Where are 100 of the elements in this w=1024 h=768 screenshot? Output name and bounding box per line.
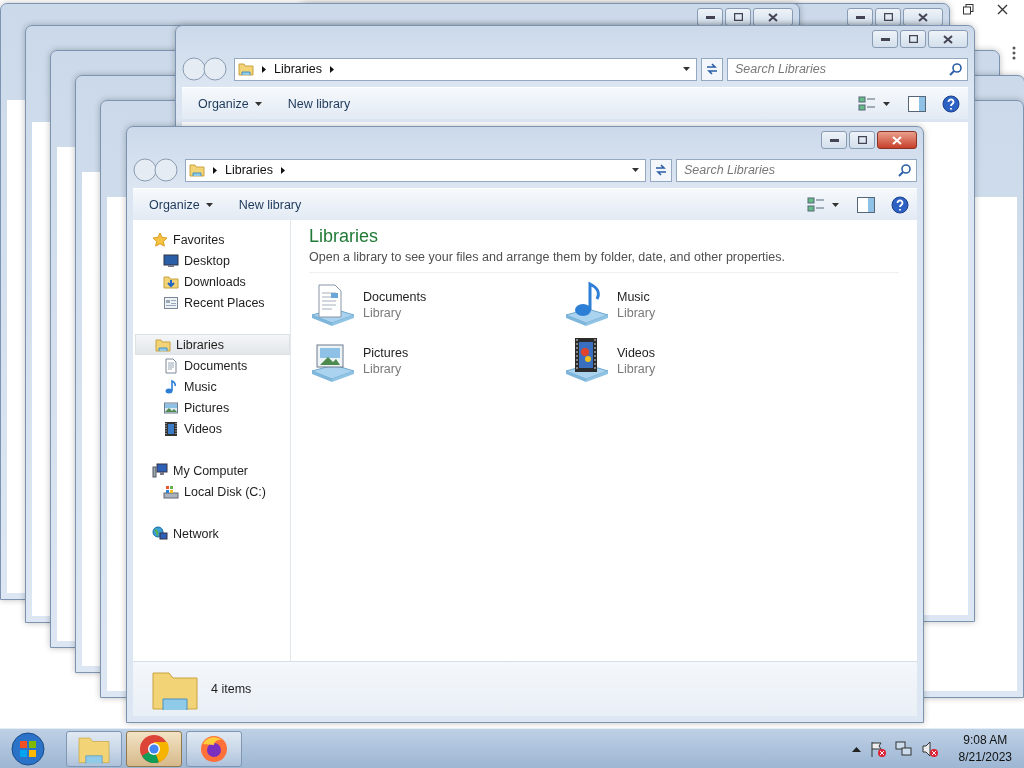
minimize-button[interactable] [847,8,873,26]
minimize-icon [855,15,865,19]
nav-item[interactable]: Pictures [133,397,290,418]
flag-icon[interactable] [868,739,887,758]
folder-icon [163,273,179,290]
close-button[interactable] [903,8,943,26]
close-icon [918,12,928,22]
chevron-icon [262,65,266,73]
close-icon [768,12,778,22]
status-text: 4 items [211,682,252,696]
network-icon[interactable] [894,739,913,758]
film-icon [163,420,179,437]
caret-icon [205,202,213,207]
maximize-icon [733,13,743,21]
close-button[interactable] [753,8,793,26]
caret-icon [254,101,262,106]
address-bar[interactable]: Libraries [234,57,697,81]
close-icon [892,135,902,145]
search-field[interactable]: Search Libraries [727,57,968,81]
star-icon [152,231,168,248]
taskbar-app[interactable] [126,730,182,767]
search-icon [949,62,962,76]
breadcrumb[interactable]: Libraries [225,163,273,177]
caret-icon [632,168,639,172]
speaker-muted-icon[interactable] [920,739,939,758]
menu-icon[interactable] [1012,46,1016,60]
page-heading: Libraries [309,226,380,247]
monitor-icon [163,252,179,269]
maximize-button[interactable] [725,8,751,26]
window-icon [163,294,179,311]
new-library-button[interactable]: New library [230,193,310,216]
close-button[interactable] [877,131,917,149]
maximize-icon [883,13,893,21]
minimize-button[interactable] [697,8,723,26]
search-icon [898,163,911,177]
view-options-icon[interactable] [807,196,841,213]
clock[interactable]: 9:08 AM 8/21/2023 [958,733,1012,764]
preview-pane-icon[interactable] [857,196,875,213]
disk-icon [163,483,179,500]
nav-item[interactable]: Videos [133,418,290,439]
description-text: Open a library to see your files and arrange them by folder, date, and other properties. [309,250,786,264]
maximize-icon [908,35,918,43]
folder-icon [189,162,205,178]
chevron-icon [280,166,285,174]
close-icon [996,3,1008,15]
minimize-button[interactable] [821,131,847,149]
nav-item[interactable]: Network [133,523,290,544]
view-options-icon[interactable] [858,95,892,112]
maximize-button[interactable] [900,30,926,48]
start-button[interactable] [8,729,48,768]
refresh-icon [705,63,719,75]
address-bar[interactable]: Libraries [185,158,646,182]
chevron-icon [213,166,217,174]
maximize-button[interactable] [875,8,901,26]
folder-icon [155,336,171,353]
close-icon [943,34,953,44]
nav-item[interactable]: Desktop [133,250,290,271]
folder-icon [238,61,254,77]
minimize-icon [829,138,839,142]
picture-icon [163,399,179,416]
library-icon [309,281,357,329]
preview-pane-icon[interactable] [908,95,926,112]
library-icon [563,337,611,385]
nav-item[interactable]: Documents [133,355,290,376]
maximize-button[interactable] [849,131,875,149]
refresh-button[interactable] [701,57,723,81]
library-icon [563,281,611,329]
maximize-icon [857,136,867,144]
help-icon[interactable] [942,94,960,113]
show-hidden-icons[interactable] [851,745,861,752]
nav-item[interactable]: Libraries [135,334,290,355]
restore-icon [962,3,974,15]
nav-item[interactable]: Favorites [133,229,290,250]
document-icon [163,357,179,374]
minimize-button[interactable] [872,30,898,48]
globe-icon [152,525,168,542]
close-button[interactable] [928,30,968,48]
organize-menu[interactable]: Organize [190,92,270,115]
windows-logo-icon [10,730,46,767]
nav-item[interactable]: Downloads [133,271,290,292]
music-note-icon [163,378,179,395]
taskbar-app[interactable] [186,730,242,767]
caret-icon [683,67,690,71]
browser-icon [139,733,169,764]
chevron-icon [329,65,334,73]
nav-item[interactable]: Local Disk (C:) [133,481,290,502]
minimize-icon [705,15,715,19]
search-field[interactable]: Search Libraries [676,158,917,182]
computer-icon [152,462,168,479]
refresh-button[interactable] [650,158,672,182]
organize-menu[interactable]: Organize [141,193,221,216]
breadcrumb[interactable]: Libraries [274,62,322,76]
new-library-button[interactable]: New library [279,92,359,115]
nav-item[interactable]: My Computer [133,460,290,481]
browser-icon [199,733,229,764]
help-icon[interactable] [891,195,909,214]
nav-item[interactable]: Music [133,376,290,397]
minimize-icon [880,37,890,41]
nav-item[interactable]: Recent Places [133,292,290,313]
refresh-icon [654,164,668,176]
